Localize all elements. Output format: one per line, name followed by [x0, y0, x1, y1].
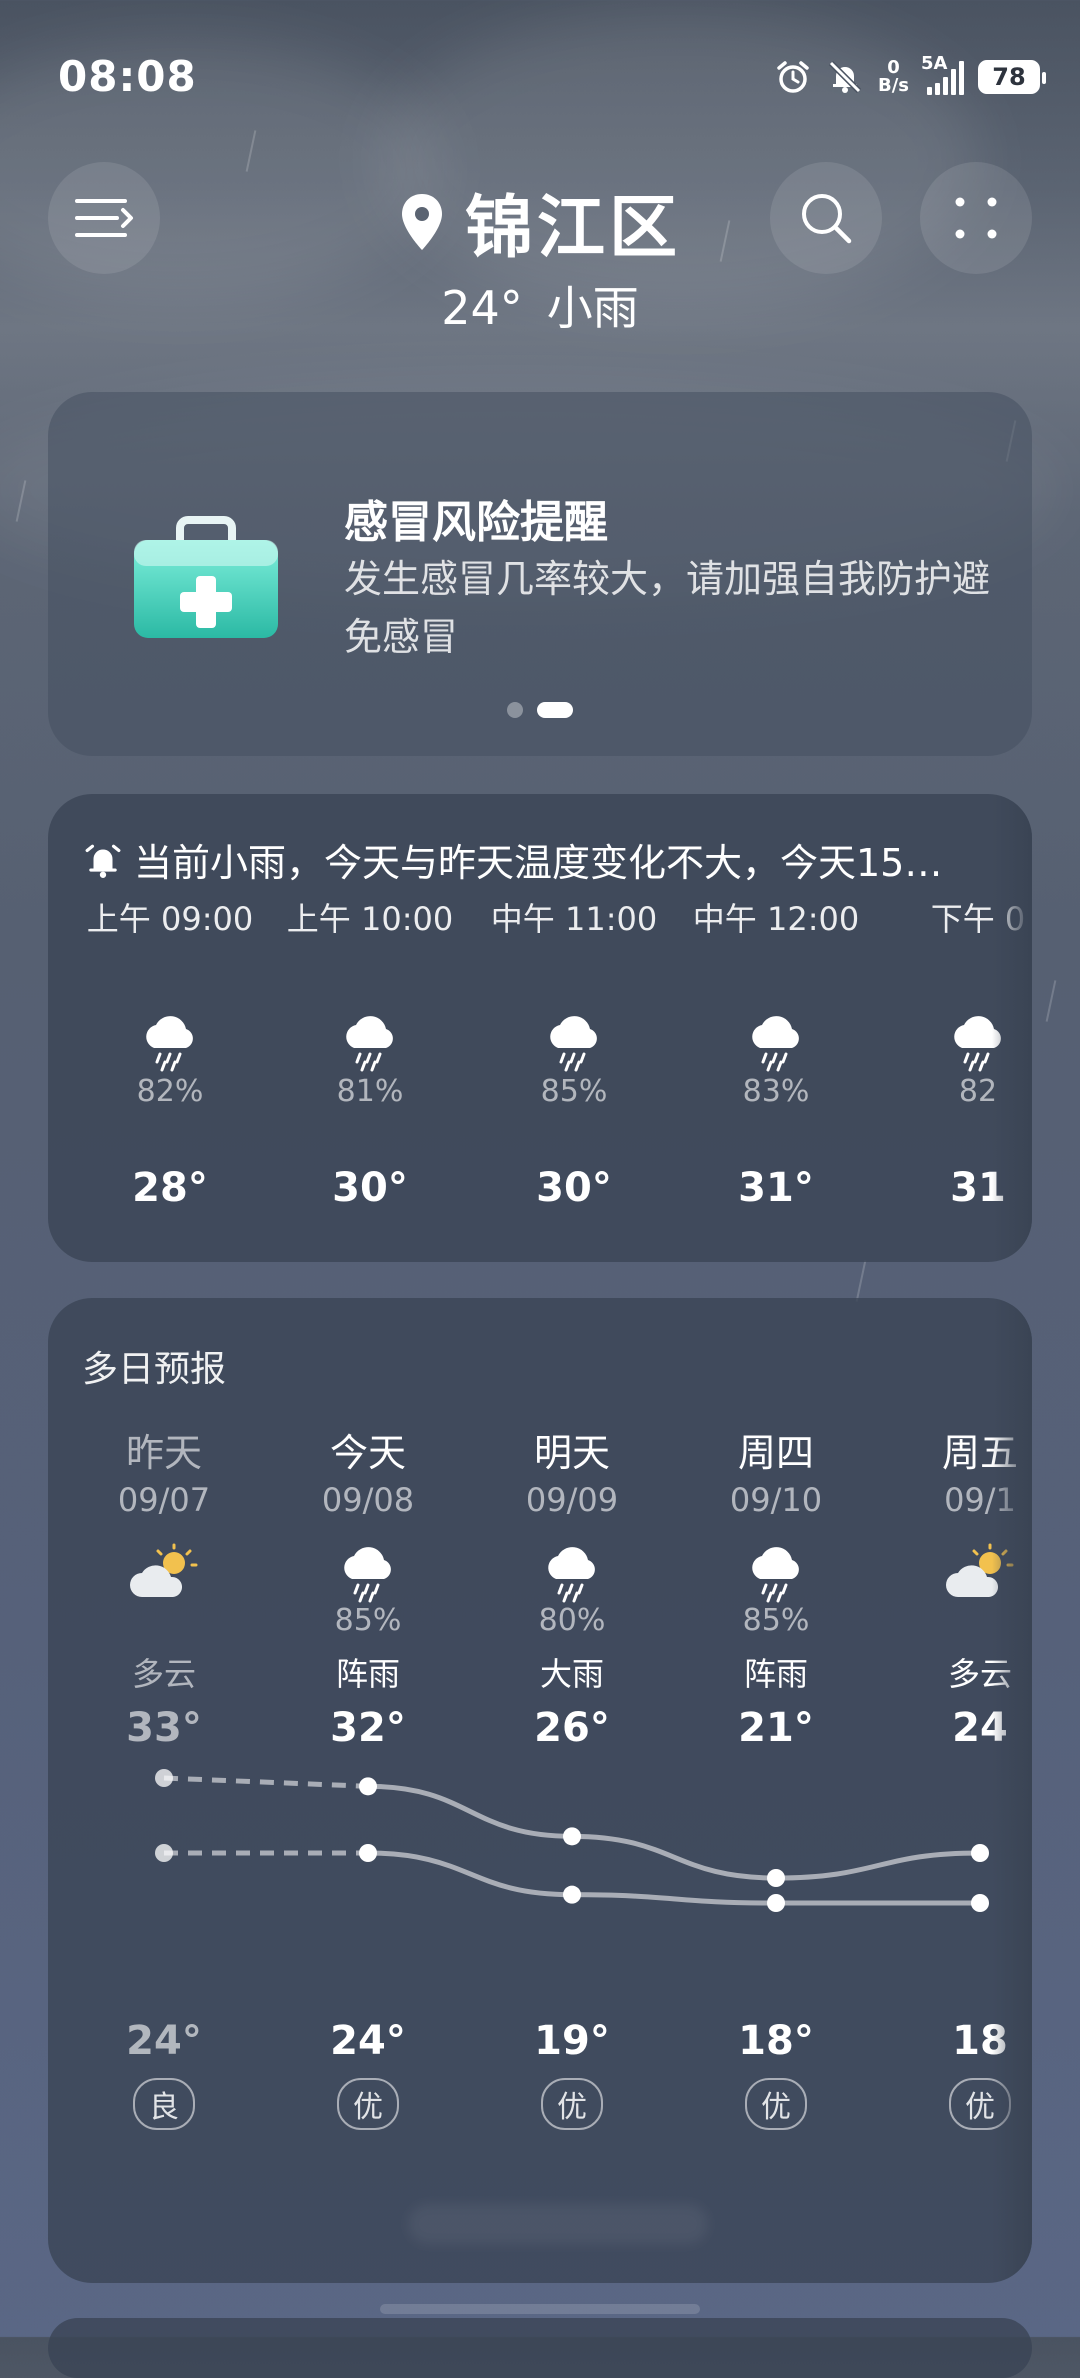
series-0-point-4: [971, 1844, 989, 1862]
rain-cloud-icon: [275, 1012, 465, 1076]
bell-icon: [85, 844, 121, 878]
more-button[interactable]: [920, 162, 1032, 274]
rain-cloud-icon: [681, 1012, 871, 1076]
series-0-point-1: [359, 1777, 377, 1796]
signal-icon: 5A: [921, 53, 964, 95]
scroll-fade: [992, 1298, 1032, 2283]
alarm-icon: [774, 58, 812, 96]
cold-risk-card[interactable]: 感冒风险提醒 发生感冒几率较大，请加强自我防护避免感冒: [48, 392, 1032, 756]
hour-item: 中午 12:00 83% 31°: [681, 894, 871, 1211]
location-name: 锦江区: [464, 189, 681, 268]
location-pin-icon: [401, 193, 442, 250]
net-speed: 0 B/s: [877, 57, 909, 96]
blurred-text: [408, 2204, 708, 2244]
mute-icon: [826, 58, 864, 96]
series-1-point-3: [767, 1894, 785, 1912]
current-condition: 小雨: [546, 281, 639, 335]
hourly-forecast-card[interactable]: 当前小雨，今天与昨天温度变化不大，今天15… 上午 09:00 82% 28° …: [48, 794, 1032, 1262]
day-low: 19° 优: [482, 2018, 662, 2130]
aqi-badge: 优: [337, 2078, 399, 2130]
carousel-indicator[interactable]: [48, 702, 1032, 718]
series-1-point-1: [359, 1844, 377, 1862]
day-low: 24° 优: [278, 2018, 458, 2130]
hourly-list[interactable]: 上午 09:00 82% 28° 上午 10:00 81% 30° 中午 11:…: [48, 894, 1032, 1224]
series-1-point-4: [971, 1894, 989, 1912]
series-1-line: [367, 1850, 981, 1906]
aqi-badge: 优: [541, 2078, 603, 2130]
hour-item: 中午 11:00 85% 30°: [479, 894, 669, 1211]
alert-text: 当前小雨，今天与昨天温度变化不大，今天15…: [134, 841, 943, 885]
day-low: 18° 优: [686, 2018, 866, 2130]
search-icon: [802, 194, 852, 244]
day-low: 24° 良: [74, 2018, 254, 2130]
carousel-dot-1[interactable]: [507, 702, 523, 718]
weather-alert[interactable]: 当前小雨，今天与昨天温度变化不大，今天15…: [84, 832, 942, 887]
hour-item: 上午 09:00 82% 28°: [75, 894, 265, 1211]
series-0-point-3: [767, 1869, 785, 1887]
more-dots-icon: [955, 197, 997, 239]
rain-cloud-icon: [75, 1012, 265, 1076]
status-bar: 08:08 0 B/s 5A 78: [0, 0, 1080, 150]
next-card[interactable]: [48, 2318, 1032, 2378]
location-header[interactable]: 锦江区: [0, 172, 1080, 271]
series-0-dashed-segment: [163, 1775, 369, 1789]
aqi-badge: 良: [133, 2078, 195, 2130]
hour-item: 上午 10:00 81% 30°: [275, 894, 465, 1211]
series-0-point-0: [155, 1769, 173, 1787]
rain-cloud-icon: [479, 1012, 669, 1076]
series-1-point-0: [155, 1844, 173, 1862]
tip-title: 感冒风险提醒: [344, 497, 608, 548]
battery-icon: 78: [978, 60, 1046, 94]
scroll-fade: [992, 794, 1032, 1262]
current-summary: 24° 小雨: [0, 272, 1080, 338]
aqi-badge: 优: [745, 2078, 807, 2130]
status-time: 08:08: [58, 52, 197, 101]
carousel-dot-2[interactable]: [537, 702, 573, 718]
temperature-trend-chart: [155, 1769, 989, 1912]
tip-body: 发生感冒几率较大，请加强自我防护避免感冒: [344, 557, 991, 659]
daily-forecast-card[interactable]: 多日预报 昨天 09/07 多云 33° 今天 09/08 85% 阵雨 32°…: [48, 1298, 1032, 2283]
series-0-point-2: [563, 1827, 581, 1846]
medical-kit-icon: [126, 510, 286, 648]
series-0-line: [367, 1783, 981, 1881]
series-1-point-2: [563, 1885, 581, 1904]
current-temperature: 24°: [441, 281, 523, 335]
search-button[interactable]: [770, 162, 882, 274]
home-indicator[interactable]: [380, 2304, 700, 2314]
